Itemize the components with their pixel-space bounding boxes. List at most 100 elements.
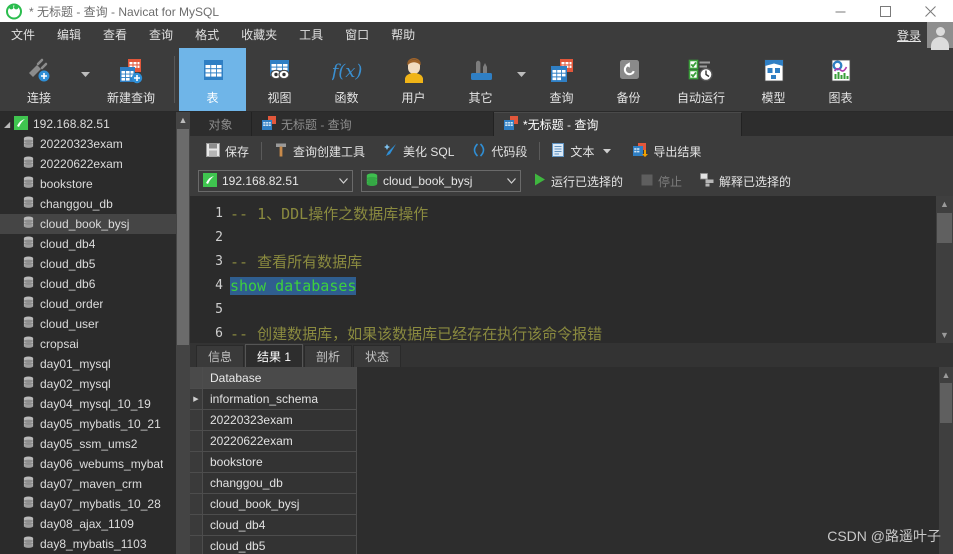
result-grid-row[interactable]: 20220622exam bbox=[190, 431, 953, 453]
menu-format[interactable]: 格式 bbox=[184, 22, 230, 48]
tree-node-database[interactable]: 20220323exam bbox=[0, 134, 190, 154]
result-grid-row[interactable]: bookstore bbox=[190, 452, 953, 474]
tree-node-database[interactable]: cloud_order bbox=[0, 294, 190, 314]
result-grid-row[interactable]: 20220323exam bbox=[190, 410, 953, 432]
editor-line[interactable] bbox=[230, 226, 953, 250]
tree-node-database[interactable]: day8_mybatis_1103 bbox=[0, 534, 190, 554]
menu-file[interactable]: 文件 bbox=[0, 22, 46, 48]
sidebar-scroll-thumb[interactable] bbox=[177, 129, 189, 345]
tree-node-database[interactable]: day08_ajax_1109 bbox=[0, 514, 190, 534]
toolbar-table[interactable]: 表 bbox=[179, 48, 246, 111]
chevron-down-icon-text[interactable] bbox=[599, 147, 615, 156]
editor-line[interactable]: -- 查看所有数据库 bbox=[230, 250, 953, 274]
tree-node-database[interactable]: day07_maven_crm bbox=[0, 474, 190, 494]
menu-edit[interactable]: 编辑 bbox=[46, 22, 92, 48]
editor-line[interactable]: -- 1、DDL操作之数据库操作 bbox=[230, 202, 953, 226]
result-grid-cell[interactable]: information_schema bbox=[203, 389, 357, 411]
result-grid-cell[interactable]: cloud_book_bysj bbox=[203, 494, 357, 516]
toolbar-new-query[interactable]: 新建查询 bbox=[92, 48, 170, 111]
tree-node-database[interactable]: day02_mysql bbox=[0, 374, 190, 394]
tree-node-database[interactable]: day01_mysql bbox=[0, 354, 190, 374]
user-avatar-icon[interactable] bbox=[927, 22, 953, 50]
tree-node-database[interactable]: cloud_book_bysj bbox=[0, 214, 190, 234]
connection-select[interactable]: 192.168.82.51 bbox=[198, 170, 353, 192]
editor-scroll-up-icon[interactable]: ▲ bbox=[936, 196, 953, 212]
tree-node-database[interactable]: day05_ssm_ums2 bbox=[0, 434, 190, 454]
toolbar-chart[interactable]: 图表 bbox=[807, 48, 874, 111]
menu-view[interactable]: 查看 bbox=[92, 22, 138, 48]
result-grid-row[interactable]: cloud_book_bysj bbox=[190, 494, 953, 516]
toolbar-backup[interactable]: 备份 bbox=[595, 48, 662, 111]
toolbar-query[interactable]: 查询 bbox=[528, 48, 595, 111]
result-tab-status[interactable]: 状态 bbox=[353, 345, 402, 368]
editor-scroll-down-icon[interactable]: ▼ bbox=[936, 327, 953, 343]
editor-line[interactable] bbox=[230, 298, 953, 322]
explain-selected-button[interactable]: 解释已选择的 bbox=[695, 172, 796, 190]
result-grid-column-header[interactable]: Database bbox=[203, 367, 357, 390]
minimize-icon[interactable] bbox=[818, 0, 863, 22]
result-grid-scrollbar[interactable]: ▲ bbox=[939, 367, 953, 554]
grid-scroll-up-icon[interactable]: ▲ bbox=[939, 367, 953, 382]
toolbar-user[interactable]: 用户 bbox=[380, 48, 447, 111]
grid-scroll-thumb[interactable] bbox=[940, 383, 952, 424]
tree-node-database[interactable]: cloud_db6 bbox=[0, 274, 190, 294]
result-grid-cell[interactable]: bookstore bbox=[203, 452, 357, 474]
result-tab-profile[interactable]: 剖析 bbox=[304, 345, 353, 368]
result-grid-cell[interactable]: cloud_db5 bbox=[203, 536, 357, 554]
menu-window[interactable]: 窗口 bbox=[334, 22, 380, 48]
tree-node-database[interactable]: day06_webums_mybat bbox=[0, 454, 190, 474]
tree-node-database[interactable]: changgou_db bbox=[0, 194, 190, 214]
toolbar-function[interactable]: f(x) 函数 bbox=[313, 48, 380, 111]
save-button[interactable]: 保存 bbox=[197, 136, 258, 166]
tree-node-database[interactable]: 20220622exam bbox=[0, 154, 190, 174]
tree-node-database[interactable]: day07_mybatis_10_28 bbox=[0, 494, 190, 514]
sql-editor[interactable]: 1 2 3 4 5 6 -- 1、DDL操作之数据库操作 -- 查看所有数据库 show d… bbox=[190, 196, 953, 344]
result-tab-result1[interactable]: 结果 1 bbox=[245, 344, 304, 368]
result-grid-cell[interactable]: changgou_db bbox=[203, 473, 357, 495]
menu-tools[interactable]: 工具 bbox=[288, 22, 334, 48]
result-grid-row[interactable]: cloud_db4 bbox=[190, 515, 953, 537]
beautify-sql-button[interactable]: 美化 SQL bbox=[374, 136, 463, 166]
editor-scroll-thumb[interactable] bbox=[937, 213, 952, 243]
editor-vertical-scrollbar[interactable]: ▲ ▼ bbox=[936, 196, 953, 344]
editor-line[interactable]: -- 创建数据库，如果该数据库已经存在执行该命令报错 bbox=[230, 322, 953, 343]
toolbar-other[interactable]: 其它 bbox=[447, 48, 514, 111]
close-icon[interactable] bbox=[908, 0, 953, 22]
editor-code-area[interactable]: -- 1、DDL操作之数据库操作 -- 查看所有数据库 show database… bbox=[230, 196, 953, 343]
chevron-down-icon-other[interactable] bbox=[514, 48, 528, 111]
run-selected-button[interactable]: 运行已选择的 bbox=[529, 173, 628, 190]
scroll-up-icon[interactable]: ▲ bbox=[176, 112, 190, 128]
maximize-icon[interactable] bbox=[863, 0, 908, 22]
result-grid-row[interactable]: cloud_db5 bbox=[190, 536, 953, 554]
result-grid-row[interactable]: ▶ information_schema bbox=[190, 389, 953, 411]
result-grid-row[interactable]: changgou_db bbox=[190, 473, 953, 495]
tab-untitled-query-1[interactable]: 无标题 - 查询 bbox=[252, 112, 494, 136]
menu-favorites[interactable]: 收藏夹 bbox=[230, 22, 288, 48]
chevron-down-icon[interactable] bbox=[78, 48, 92, 111]
login-button[interactable]: 登录 bbox=[897, 27, 927, 44]
menu-help[interactable]: 帮助 bbox=[380, 22, 426, 48]
toolbar-model[interactable]: 模型 bbox=[740, 48, 807, 111]
tree-node-database[interactable]: cropsai bbox=[0, 334, 190, 354]
tree-node-database[interactable]: cloud_db4 bbox=[0, 234, 190, 254]
tree-node-database[interactable]: cloud_user bbox=[0, 314, 190, 334]
query-builder-button[interactable]: 查询创建工具 bbox=[265, 136, 374, 166]
collapse-arrow-icon[interactable]: ◢ bbox=[4, 120, 14, 129]
result-grid-cell[interactable]: 20220622exam bbox=[203, 431, 357, 453]
tab-objects[interactable]: 对象 bbox=[190, 112, 252, 136]
toolbar-view[interactable]: 视图 bbox=[246, 48, 313, 111]
menu-query[interactable]: 查询 bbox=[138, 22, 184, 48]
snippet-button[interactable]: 代码段 bbox=[463, 136, 536, 166]
toolbar-connection[interactable]: 连接 bbox=[0, 48, 78, 111]
tree-node-database[interactable]: bookstore bbox=[0, 174, 190, 194]
result-grid-cell[interactable]: cloud_db4 bbox=[203, 515, 357, 537]
tree-node-database[interactable]: day05_mybatis_10_21 bbox=[0, 414, 190, 434]
toolbar-automation[interactable]: 自动运行 bbox=[662, 48, 740, 111]
tree-node-database[interactable]: cloud_db5 bbox=[0, 254, 190, 274]
result-tab-info[interactable]: 信息 bbox=[196, 345, 245, 368]
tree-node-database[interactable]: day04_mysql_10_19 bbox=[0, 394, 190, 414]
result-grid-cell[interactable]: 20220323exam bbox=[203, 410, 357, 432]
tab-untitled-query-2[interactable]: *无标题 - 查询 bbox=[494, 112, 742, 136]
sidebar-scrollbar[interactable]: ▲ bbox=[176, 112, 190, 554]
result-grid[interactable]: Database ▶ information_schema 20220323exam 2… bbox=[190, 367, 953, 554]
